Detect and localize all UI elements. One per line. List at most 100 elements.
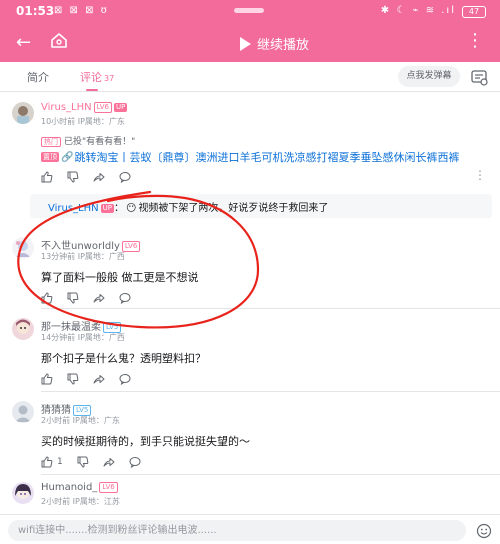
level-badge: LV6 <box>93 102 113 113</box>
thumbs-up-icon <box>41 292 53 304</box>
like-button[interactable] <box>41 170 67 184</box>
play-icon <box>240 36 251 51</box>
reply-bubble-icon <box>119 172 131 183</box>
home-icon[interactable] <box>50 31 68 53</box>
divider <box>41 474 500 475</box>
up-badge: UP <box>100 204 114 213</box>
like-button[interactable] <box>41 372 67 386</box>
reply-button[interactable] <box>119 372 145 386</box>
comment-input[interactable] <box>8 520 466 541</box>
username-text: Humanoid_ <box>41 482 98 493</box>
username[interactable]: Humanoid_ LV6 <box>41 482 118 493</box>
comment-text: 买的时候挺期待的，到手只能说挺失望的～ <box>41 435 250 448</box>
comment-actions: 1 <box>41 455 155 469</box>
reply-separator: ： <box>114 203 124 214</box>
status-time: 01:53 <box>16 4 55 18</box>
emoji-sticker-icon: 😶 <box>126 203 137 214</box>
comment-count: 37 <box>104 74 115 83</box>
share-button[interactable] <box>103 455 129 469</box>
hot-quote: 热门 已投"有看有看！" <box>41 134 135 147</box>
reply-body: 视频被下架了两次，好说歹说终于救回来了 <box>138 203 329 214</box>
thumbs-down-icon <box>67 171 79 183</box>
continue-play-label: 继续播放 <box>257 38 310 53</box>
thumbs-up-icon <box>41 456 53 468</box>
thumbs-up-icon <box>41 373 53 385</box>
tab-comments-label: 评论 <box>80 71 102 84</box>
reply-button[interactable] <box>119 291 145 305</box>
hot-tag: 热门 <box>41 137 61 147</box>
emoji-picker-icon[interactable] <box>476 523 492 543</box>
share-icon <box>103 458 115 467</box>
divider <box>41 391 500 392</box>
hot-quote-text: 已投"有看有看！" <box>64 137 136 147</box>
thumbs-down-icon <box>67 292 79 304</box>
avatar[interactable] <box>12 401 34 423</box>
comment-meta: 2小时前 IP属地：广东 <box>41 416 120 425</box>
thumbs-up-icon <box>41 171 53 183</box>
comment-meta: 13分钟前 IP属地：广西 <box>41 252 125 261</box>
comment-meta: 10小时前 IP属地：广东 <box>41 117 125 126</box>
username[interactable]: 那一抹最温柔 LV5 <box>41 318 122 333</box>
share-button[interactable] <box>93 291 119 305</box>
reply-bubble-icon <box>119 374 131 385</box>
danmaku-toggle-icon[interactable] <box>470 68 488 90</box>
pull-down-handle <box>234 8 264 13</box>
battery-icon: 47 <box>462 6 486 18</box>
reply-bubble-icon <box>119 293 131 304</box>
notification-icons: ⊠ ⊠ ⊠ ʊ <box>54 5 109 16</box>
thumbs-down-icon <box>77 456 89 468</box>
reply-button[interactable] <box>129 455 155 469</box>
shopping-link-icon: 🔗 <box>61 151 74 163</box>
thumbs-down-icon <box>67 373 79 385</box>
like-count: 1 <box>57 457 63 467</box>
system-status-icons: ✱ ☾ ⌁ ≋ .ıl <box>380 5 456 16</box>
like-button[interactable]: 1 <box>41 455 77 469</box>
tab-comments[interactable]: 评论 37 <box>80 69 114 85</box>
comment-meta: 2小时前 IP属地：江苏 <box>41 497 120 506</box>
up-badge: UP <box>114 103 128 112</box>
username[interactable]: Virus_LHN LV6 UP <box>41 102 128 113</box>
comment-input-bar <box>0 514 500 544</box>
more-options-icon[interactable]: ⋮ <box>466 30 484 51</box>
reply-text: Virus_LHN UP： 😶 视频被下架了两次，好说歹说终于救回来了 <box>48 199 328 214</box>
username[interactable]: 猜猜猜 LV5 <box>41 401 92 416</box>
comment-text: 算了面料一般般 做工更是不想说 <box>41 271 199 284</box>
pinned-tag: 置顶 <box>41 152 59 162</box>
product-link[interactable]: 置顶 🔗 跳转淘宝丨芸蚁〔鼎尊〕澳洲进口羊毛可机洗凉感打褶夏季垂坠感休闲长裤西裤 <box>41 149 459 165</box>
username[interactable]: 不入世unworldly LV6 <box>41 237 141 252</box>
username-text: Virus_LHN <box>41 102 92 113</box>
share-icon <box>93 294 105 303</box>
dislike-button[interactable] <box>67 372 93 386</box>
continue-play-button[interactable]: 继续播放 <box>240 34 309 53</box>
share-button[interactable] <box>93 170 119 184</box>
reply-preview[interactable]: Virus_LHN UP： 😶 视频被下架了两次，好说歹说终于救回来了 <box>30 194 492 218</box>
avatar[interactable] <box>12 482 34 504</box>
dislike-button[interactable] <box>77 455 103 469</box>
dislike-button[interactable] <box>67 291 93 305</box>
share-icon <box>93 173 105 182</box>
avatar[interactable] <box>12 318 34 340</box>
product-link-text: 跳转淘宝丨芸蚁〔鼎尊〕澳洲进口羊毛可机洗凉感打褶夏季垂坠感休闲长裤西裤 <box>74 151 460 164</box>
reply-bubble-icon <box>129 457 141 468</box>
avatar[interactable] <box>12 102 34 124</box>
tab-intro[interactable]: 简介 <box>27 69 49 85</box>
app-bar: ← 继续播放 ⋮ <box>0 24 500 62</box>
share-button[interactable] <box>93 372 119 386</box>
reply-username[interactable]: Virus_LHN <box>48 203 99 214</box>
like-button[interactable] <box>41 291 67 305</box>
more-options-icon[interactable]: ⋮ <box>474 168 486 182</box>
level-badge: LV6 <box>99 482 118 493</box>
avatar[interactable] <box>12 237 34 259</box>
dislike-button[interactable] <box>67 170 93 184</box>
active-tab-indicator <box>86 89 98 91</box>
share-icon <box>93 375 105 384</box>
back-arrow-icon[interactable]: ← <box>16 32 31 53</box>
status-bar: 01:53 ⊠ ⊠ ⊠ ʊ ✱ ☾ ⌁ ≋ .ıl 47 <box>0 0 500 24</box>
comment-meta: 14分钟前 IP属地：广西 <box>41 333 125 342</box>
danmaku-input[interactable]: 点我发弹幕 <box>398 66 460 87</box>
comment-actions <box>41 291 145 305</box>
comment-text: 那个扣子是什么鬼？透明塑料扣？ <box>41 352 206 365</box>
tab-bar: 简介 评论 37 点我发弹幕 <box>0 62 500 92</box>
reply-button[interactable] <box>119 170 145 184</box>
divider <box>41 308 500 309</box>
